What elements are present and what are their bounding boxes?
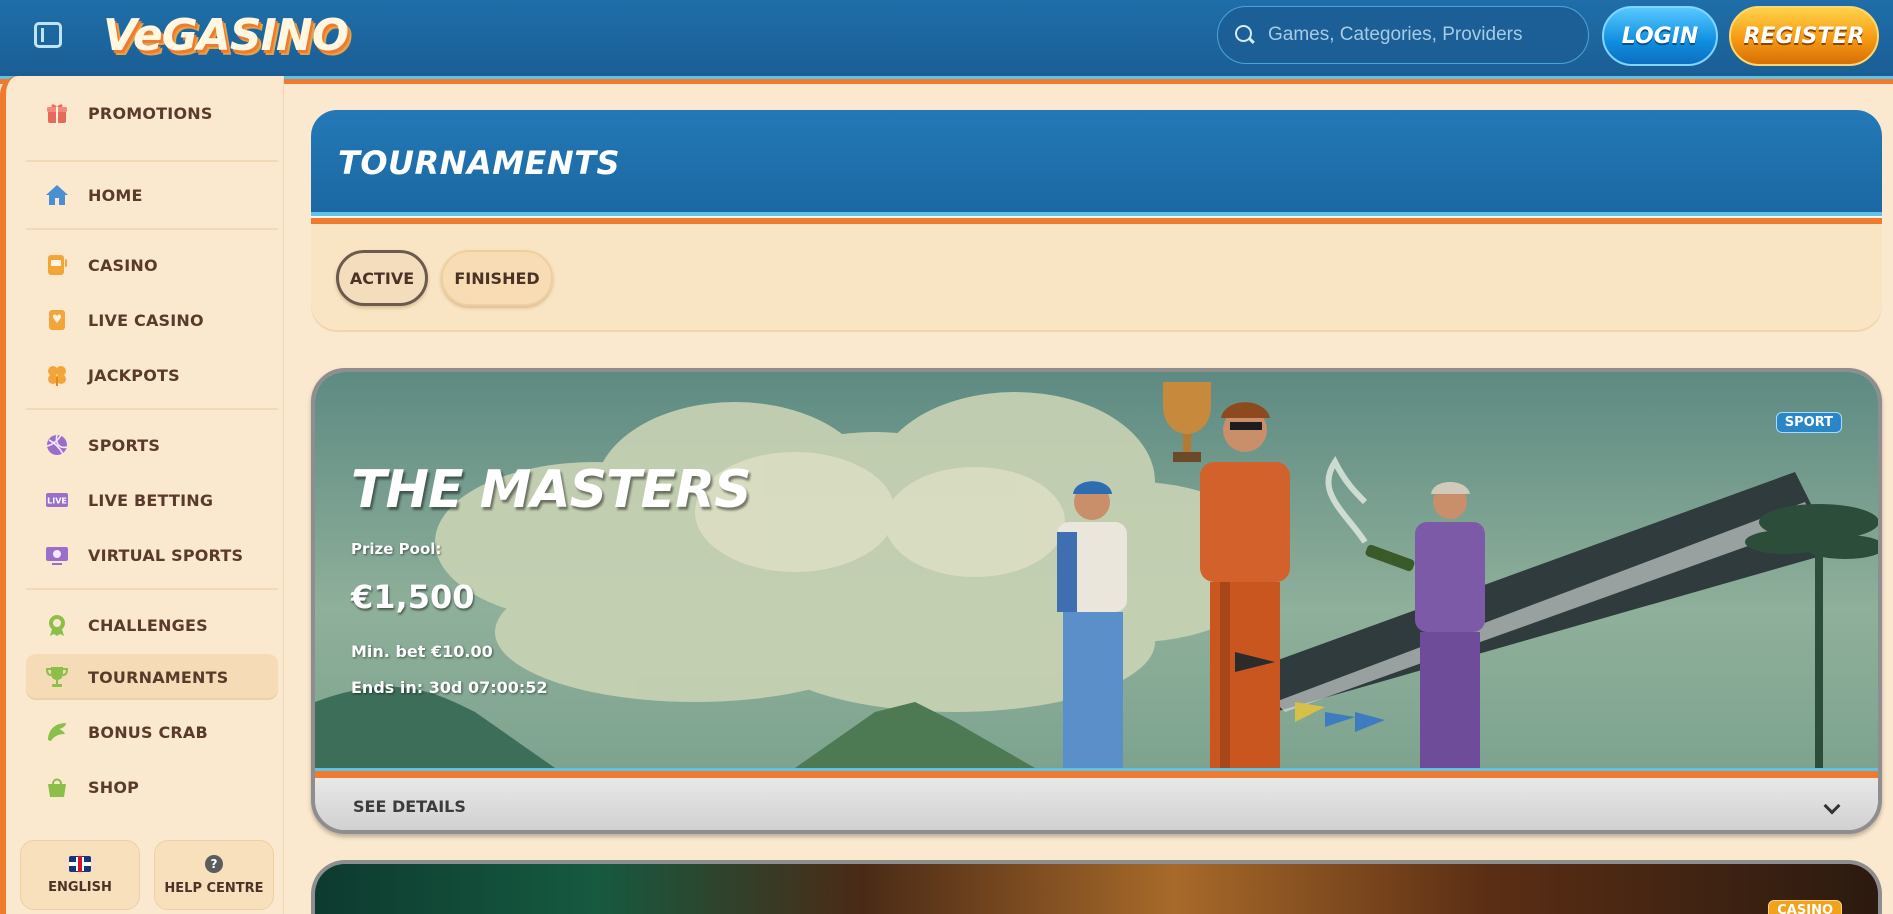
divider <box>26 160 278 162</box>
logo[interactable]: VeGASINO <box>103 8 349 64</box>
bag-icon <box>44 774 70 800</box>
ball-icon <box>44 432 70 458</box>
sidebar-item-home[interactable]: HOME <box>26 172 278 218</box>
sidebar: PROMOTIONS HOME CASINO LIVE CASINO JACKP… <box>0 76 284 914</box>
sidebar-item-shop[interactable]: SHOP <box>26 764 278 810</box>
tournament-name: THE MASTERS <box>351 460 752 520</box>
sidebar-item-label: SPORTS <box>88 435 161 455</box>
sidebar-item-tournaments[interactable]: TOURNAMENTS <box>26 654 278 700</box>
page-title: TOURNAMENTS <box>338 144 621 182</box>
svg-text:LIVE: LIVE <box>47 497 67 506</box>
sidebar-item-challenges[interactable]: CHALLENGES <box>26 602 278 648</box>
playing-card-icon <box>44 307 70 333</box>
min-bet: Min. bet €10.00 <box>351 642 493 661</box>
sidebar-item-label: CHALLENGES <box>88 615 208 635</box>
claw-icon <box>44 719 70 745</box>
divider <box>26 588 278 590</box>
search-box[interactable] <box>1217 6 1589 64</box>
tab-finished[interactable]: FINISHED <box>441 250 553 306</box>
login-button[interactable]: LOGIN <box>1602 6 1718 66</box>
question-icon: ? <box>205 854 223 873</box>
gift-icon <box>44 100 70 126</box>
search-input[interactable] <box>1268 24 1568 46</box>
sidebar-item-casino[interactable]: CASINO <box>26 242 278 288</box>
live-icon: LIVE <box>44 487 70 513</box>
search-icon <box>1234 24 1256 46</box>
sidebar-item-label: CASINO <box>88 255 158 275</box>
tournaments-panel: TOURNAMENTS ACTIVE FINISHED <box>311 110 1882 330</box>
sidebar-item-virtual-sports[interactable]: VIRTUAL SPORTS <box>26 532 278 578</box>
slot-machine-icon <box>44 252 70 278</box>
sidebar-item-label: SHOP <box>88 777 140 797</box>
language-label: ENGLISH <box>48 879 112 895</box>
uk-flag-icon <box>69 855 91 872</box>
home-icon <box>44 182 70 208</box>
clover-icon <box>44 362 70 388</box>
sidebar-item-promotions[interactable]: PROMOTIONS <box>26 90 278 136</box>
prize-pool-label: Prize Pool: <box>351 540 442 558</box>
sidebar-item-label: JACKPOTS <box>88 365 180 385</box>
ends-in: Ends in: 30d 07:00:52 <box>351 678 548 697</box>
top-bar: VeGASINO LOGIN REGISTER <box>0 0 1893 76</box>
see-details-bar[interactable]: SEE DETAILS <box>315 778 1878 830</box>
medal-icon <box>44 612 70 638</box>
sidebar-item-label: LIVE CASINO <box>88 310 204 330</box>
sidebar-item-label: HOME <box>88 185 143 205</box>
sidebar-item-label: VIRTUAL SPORTS <box>88 545 244 565</box>
category-badge: CASINO <box>1768 900 1842 914</box>
sidebar-item-label: LIVE BETTING <box>88 490 214 510</box>
see-details-label: SEE DETAILS <box>353 796 466 816</box>
sidebar-item-label: TOURNAMENTS <box>88 667 229 687</box>
divider <box>26 408 278 410</box>
sidebar-toggle-icon[interactable] <box>34 22 62 48</box>
sidebar-item-live-casino[interactable]: LIVE CASINO <box>26 297 278 343</box>
tab-active[interactable]: ACTIVE <box>336 250 428 306</box>
sidebar-item-label: PROMOTIONS <box>88 103 213 123</box>
sidebar-item-bonus-crab[interactable]: BONUS CRAB <box>26 709 278 755</box>
help-label: HELP CENTRE <box>164 880 264 896</box>
sidebar-item-live-betting[interactable]: LIVE LIVE BETTING <box>26 477 278 523</box>
sidebar-item-label: BONUS CRAB <box>88 722 208 742</box>
panel-header: TOURNAMENTS <box>311 110 1882 212</box>
category-badge: SPORT <box>1775 412 1842 433</box>
trophy-icon <box>44 664 70 690</box>
card-stripe <box>315 768 1878 778</box>
tournament-card[interactable]: SPORT THE MASTERS Prize Pool: €1,500 Min… <box>311 368 1882 834</box>
tournament-banner-image <box>315 372 1878 768</box>
help-centre-button[interactable]: ? HELP CENTRE <box>154 840 274 910</box>
register-button[interactable]: REGISTER <box>1729 6 1879 66</box>
chevron-down-icon[interactable] <box>1823 797 1841 815</box>
screen-icon <box>44 542 70 568</box>
tournament-card[interactable]: CASINO <box>311 860 1882 914</box>
sidebar-item-jackpots[interactable]: JACKPOTS <box>26 352 278 398</box>
panel-stripe <box>311 212 1882 224</box>
sidebar-item-sports[interactable]: SPORTS <box>26 422 278 468</box>
prize-pool-value: €1,500 <box>351 578 475 616</box>
divider <box>26 228 278 230</box>
language-button[interactable]: ENGLISH <box>20 840 140 910</box>
